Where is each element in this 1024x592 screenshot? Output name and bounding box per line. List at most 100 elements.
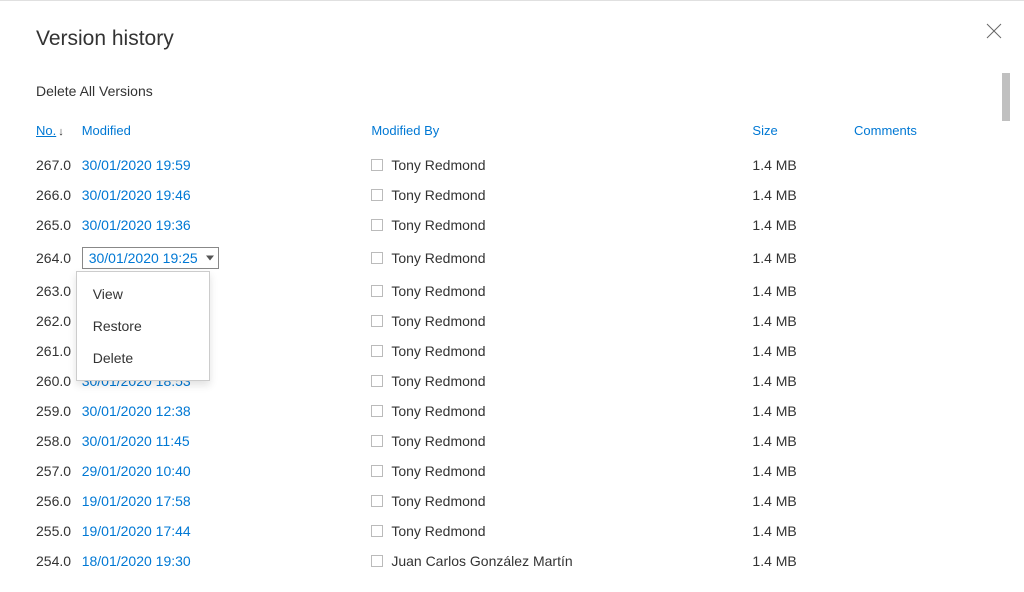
modified-by-name: Tony Redmond	[391, 157, 485, 173]
column-header-size[interactable]: Size	[752, 117, 854, 150]
page-title: Version history	[0, 1, 1024, 51]
version-modified: 30/01/2020 19:25ViewRestoreDelete	[82, 240, 372, 276]
modified-by-name: Tony Redmond	[391, 217, 485, 233]
version-modified-by: Tony Redmond	[371, 240, 752, 276]
modified-by-name: Tony Redmond	[391, 250, 485, 266]
table-row: 257.029/01/2020 10:40 Tony Redmond 1.4 MB	[36, 456, 976, 486]
version-size: 1.4 MB	[752, 456, 854, 486]
version-modified-by: Tony Redmond	[371, 426, 752, 456]
table-row: 259.030/01/2020 12:38Tony Redmond1.4 MB	[36, 396, 976, 426]
table-row: 265.030/01/2020 19:36 Tony Redmond 1.4 MB	[36, 210, 976, 240]
version-dropdown-trigger[interactable]: 30/01/2020 19:25	[82, 247, 219, 269]
version-modified-by: Juan Carlos González Martín	[371, 546, 752, 576]
column-header-modified-by[interactable]: Modified By	[371, 117, 752, 150]
version-comments	[854, 426, 976, 456]
version-modified-by: Tony Redmond	[371, 276, 752, 306]
version-modified-link[interactable]: 30/01/2020 12:38	[82, 403, 191, 419]
modified-by-name: Tony Redmond	[391, 523, 485, 539]
version-size: 1.4 MB	[752, 546, 854, 576]
version-no: 256.0	[36, 486, 82, 516]
close-icon[interactable]	[986, 23, 1002, 39]
chevron-down-icon	[206, 256, 214, 261]
version-size: 1.4 MB	[752, 306, 854, 336]
version-modified-link[interactable]: 19/01/2020 17:44	[82, 523, 191, 539]
modified-by-name: Tony Redmond	[391, 187, 485, 203]
column-header-no[interactable]: No.↓	[36, 117, 82, 150]
version-comments	[854, 366, 976, 396]
table-row: 266.030/01/2020 19:46 Tony Redmond 1.4 MB	[36, 180, 976, 210]
version-modified: 19/01/2020 17:44	[82, 516, 372, 546]
version-no: 258.0	[36, 426, 82, 456]
version-modified-link[interactable]: 30/01/2020 11:45	[82, 433, 190, 449]
version-no: 257.0	[36, 456, 82, 486]
version-size: 1.4 MB	[752, 180, 854, 210]
version-no: 266.0	[36, 180, 82, 210]
table-row: 258.030/01/2020 11:45Tony Redmond1.4 MB	[36, 426, 976, 456]
version-comments	[854, 306, 976, 336]
version-size: 1.4 MB	[752, 336, 854, 366]
version-modified-by: Tony Redmond	[371, 336, 752, 366]
version-modified-link[interactable]: 29/01/2020 10:40	[82, 463, 191, 479]
version-modified-link[interactable]: 18/01/2020 19:30	[82, 553, 191, 569]
user-presence-icon	[371, 435, 383, 447]
version-modified-by: Tony Redmond	[371, 150, 752, 180]
user-presence-icon	[371, 285, 383, 297]
version-modified-link[interactable]: 30/01/2020 19:59	[82, 157, 191, 173]
version-modified-by: Tony Redmond	[371, 210, 752, 240]
dropdown-item-delete[interactable]: Delete	[77, 342, 209, 374]
modified-by-name: Tony Redmond	[391, 463, 485, 479]
scrollbar-thumb[interactable]	[1002, 73, 1010, 121]
version-modified: 19/01/2020 17:58	[82, 486, 372, 516]
column-no-label: No.	[36, 123, 56, 138]
version-modified-link[interactable]: 30/01/2020 19:46	[82, 187, 191, 203]
version-comments	[854, 546, 976, 576]
version-dropdown-menu: ViewRestoreDelete	[76, 271, 210, 381]
table-row: 255.019/01/2020 17:44 Tony Redmond 1.4 MB	[36, 516, 976, 546]
version-size: 1.4 MB	[752, 516, 854, 546]
column-header-modified[interactable]: Modified	[82, 117, 372, 150]
modified-by-name: Tony Redmond	[391, 373, 485, 389]
dropdown-item-view[interactable]: View	[77, 278, 209, 310]
version-size: 1.4 MB	[752, 366, 854, 396]
version-comments	[854, 456, 976, 486]
user-presence-icon	[371, 252, 383, 264]
column-header-comments[interactable]: Comments	[854, 117, 976, 150]
modified-by-name: Juan Carlos González Martín	[391, 553, 572, 569]
version-table: No.↓ Modified Modified By Size Comments …	[36, 117, 976, 576]
table-row: 264.030/01/2020 19:25ViewRestoreDeleteTo…	[36, 240, 976, 276]
sort-down-icon: ↓	[58, 126, 64, 138]
version-comments	[854, 516, 976, 546]
user-presence-icon	[371, 405, 383, 417]
version-modified-by: Tony Redmond	[371, 456, 752, 486]
version-modified-link[interactable]: 19/01/2020 17:58	[82, 493, 191, 509]
version-comments	[854, 180, 976, 210]
version-comments	[854, 150, 976, 180]
version-modified: 29/01/2020 10:40	[82, 456, 372, 486]
user-presence-icon	[371, 495, 383, 507]
version-no: 265.0	[36, 210, 82, 240]
version-size: 1.4 MB	[752, 276, 854, 306]
table-row: 267.030/01/2020 19:59Tony Redmond1.4 MB	[36, 150, 976, 180]
scrollbar[interactable]	[1002, 73, 1010, 573]
version-modified: 30/01/2020 19:46	[82, 180, 372, 210]
modified-by-name: Tony Redmond	[391, 403, 485, 419]
dropdown-item-restore[interactable]: Restore	[77, 310, 209, 342]
version-modified: 18/01/2020 19:30	[82, 546, 372, 576]
version-size: 1.4 MB	[752, 210, 854, 240]
version-comments	[854, 336, 976, 366]
version-modified-by: Tony Redmond	[371, 180, 752, 210]
version-no: 254.0	[36, 546, 82, 576]
version-modified-by: Tony Redmond	[371, 486, 752, 516]
version-no: 255.0	[36, 516, 82, 546]
version-modified: 30/01/2020 19:59	[82, 150, 372, 180]
table-row: 256.019/01/2020 17:58Tony Redmond1.4 MB	[36, 486, 976, 516]
version-size: 1.4 MB	[752, 396, 854, 426]
delete-all-link[interactable]: Delete All Versions	[36, 83, 153, 99]
version-modified: 30/01/2020 11:45	[82, 426, 372, 456]
user-presence-icon	[371, 315, 383, 327]
version-comments	[854, 210, 976, 240]
version-modified-link[interactable]: 30/01/2020 19:36	[82, 217, 191, 233]
version-comments	[854, 396, 976, 426]
user-presence-icon	[371, 375, 383, 387]
version-modified: 30/01/2020 19:36	[82, 210, 372, 240]
